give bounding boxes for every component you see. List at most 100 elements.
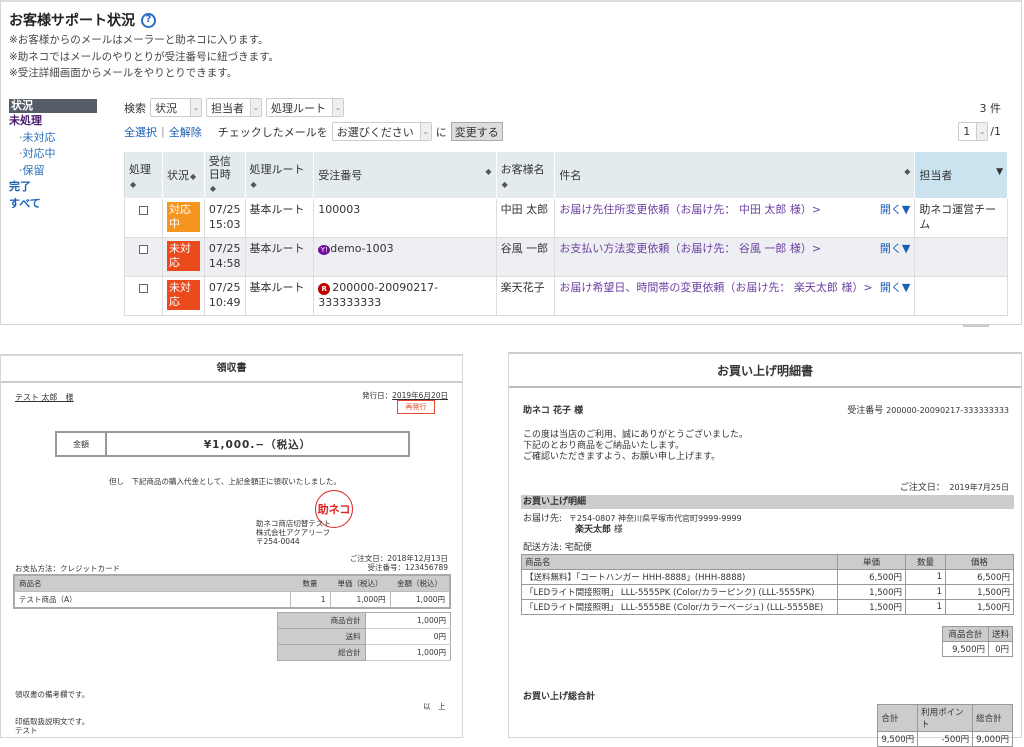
open-toggle[interactable]: 開く▼ [880,242,910,255]
caret-down-icon: ▼ [996,167,1003,177]
item-name: 【送料無料】「コートハンガー HHH-8888」(HHH-8888) [521,569,838,585]
deselect-all-link[interactable]: 全解除 [169,124,202,140]
open-toggle[interactable]: 開く▼ [880,281,910,294]
received-date: 07/25 [208,203,241,216]
sidebar-item-not-started[interactable]: 未対応 [23,131,56,144]
status-badge: 未対応 [166,241,200,271]
amount-label: 金額 [57,433,107,455]
order-no-value: 200000-20090217-333333333 [886,406,1009,415]
table-header-row: 商品名 単価 数量 価格 [521,554,1014,570]
checked-mail-label: チェックしたメールを [217,125,328,139]
sidebar-item-in-progress[interactable]: 対応中 [23,147,56,160]
receipt-title: 領収書 [1,356,462,383]
row-checkbox[interactable] [139,206,148,215]
ship-to-label: お届け先: [523,514,563,524]
total-label: 送料 [277,628,366,645]
col-label: 処理 [129,162,151,176]
col-header-customer[interactable]: お客様名 ◆ [495,151,556,199]
select-all-link[interactable]: 全選択 [124,124,157,140]
points-value: -500円 [917,731,974,747]
order-date-label: ご注文日： [899,483,941,493]
order-no-cell: Y! demo-1003 [313,237,497,277]
statement-items-table: 商品名 単価 数量 価格 【送料無料】「コートハンガー HHH-8888」(HH… [521,554,1014,615]
ship-to-address: 〒254-0807 神奈川県平塚市代官町9999-9999 [568,514,742,523]
received-time: 15:03 [208,218,241,231]
table-header-row: 商品合計 送料 [941,626,1014,642]
bulk-status-value: お選びください [336,125,414,139]
payment-method: お支払方法：クレジットカード [15,563,120,574]
col-header: 数量 [905,554,946,570]
table-row: 9,500円 0円 [941,641,1014,657]
route-cell: 基本ルート [244,237,315,277]
grand-total-value: 9,000円 [972,731,1013,747]
status-filter-select[interactable]: 状況 ⌄ [150,98,202,117]
order-date-label: ご注文日： [349,554,388,563]
table-row: 対応中 07/25 15:03 基本ルート 100003 中田 太郎 お届け先住所変更依頼（… [124,198,1008,238]
to-label: に [435,125,447,139]
sidebar-item-on-hold[interactable]: 保留 [23,164,45,177]
col-header-process[interactable]: 処理 ◆ [124,151,163,199]
sidebar-item-completed[interactable]: 完了 [9,179,97,196]
status-badge: 対応中 [166,202,200,232]
col-label: 状況 [166,169,189,182]
col-header: 単価（税込） [330,575,390,592]
help-icon[interactable]: ? [141,12,156,28]
grand-total-table: 合計 利用ポイント 総合計 9,500円 -500円 9,000円 [877,704,1013,747]
stamp-note-line: 印紙取扱説明文です。 [15,717,90,726]
sidebar-item-all[interactable]: すべて [9,196,97,213]
search-filters: 検索 状況 ⌄ 担当者 ⌄ 処理ルート ⌄ [124,98,344,117]
chevron-down-icon: ⌄ [250,99,261,116]
amount-value: ¥1,000.−（税込） [203,438,312,451]
assignee-filter-select[interactable]: 担当者 ⌄ [206,98,262,117]
sidebar-item-unprocessed[interactable]: 未処理 [9,113,97,130]
subject-link[interactable]: お支払い方法変更依頼（お届け先： 谷風 一郎 様）> [559,242,821,255]
note-line: ※受注詳細画面からメールをやりとりできます。 [9,67,238,79]
sort-icon: ◆ [209,184,216,193]
sort-icon: ◆ [904,167,911,176]
col-header-received[interactable]: 受信日時 ◆ [203,151,246,199]
item-price: 1,500円 [945,584,1014,600]
receipt-end: 以 上 [423,702,446,711]
page-select[interactable]: 1 ⌄ [958,122,989,141]
col-header-assignee[interactable]: 担当者 ▼ [914,151,1008,199]
issuer-block: 助ネコ商店切替テスト 株式会社アクアリーフ 〒254-0044 [256,519,331,546]
order-no: demo-1003 [330,242,394,255]
sort-icon: ◆ [189,172,197,181]
receipt-totals-table: 商品合計 1,000円 送料 0円 総合計 1,000円 [277,612,451,661]
row-checkbox[interactable] [139,245,148,254]
support-status-panel: お客様サポート状況 ? ※お客様からのメールはメーラーと助ネコに入ります。 ※助… [0,0,1022,327]
subject-link[interactable]: お届け希望日、時間帯の変更依頼（お届け先： 楽天太郎 様）> [559,281,872,294]
item-price: 1,500円 [945,599,1014,615]
col-header-order-no[interactable]: 受注番号 ◆ [313,151,497,199]
chevron-down-icon: ⌄ [190,99,201,116]
delivery-method: 配送方法: 宅配便 [523,540,592,553]
row-checkbox-cell [124,237,163,277]
order-no: 200000-20090217-333333333 [318,281,439,309]
subject-link[interactable]: お届け先住所変更依頼（お届け先： 中田 太郎 様）> [559,203,821,216]
open-toggle[interactable]: 開く▼ [880,203,910,216]
bulk-status-select[interactable]: お選びください ⌄ [331,122,432,141]
col-header: 合計 [877,704,919,732]
sort-icon: ◆ [250,179,257,189]
table-row: 「LEDライト間接照明」 LLL-5555BE (Color/カラーベージュ) … [521,599,1014,615]
order-number: 受注番号：123456789 [350,563,448,572]
col-header-route[interactable]: 処理ルート ◆ [244,151,315,199]
row-checkbox[interactable] [139,284,148,293]
receipt-remarks: 領収書の備考欄です。 [15,690,90,699]
item-qty: 1 [289,591,330,608]
grand-total-title: お買い上げ総合計 [523,692,596,702]
order-date: ご注文日：2018年12月13日 [350,554,448,563]
col-label: 担当者 [919,169,953,182]
horizontal-scrollbar[interactable] [963,324,989,327]
route-filter-select[interactable]: 処理ルート ⌄ [266,98,344,117]
yahoo-shopping-icon: Y! [318,245,331,255]
col-header-subject[interactable]: 件名 ◆ [554,151,916,199]
notes: ※お客様からのメールはメーラーと助ネコに入ります。 ※助ネコではメールのやりとり… [9,32,279,82]
change-button[interactable]: 変更する [450,122,503,141]
received-date: 07/25 [208,281,241,294]
col-header-status[interactable]: 状況◆ [161,151,205,199]
status-cell: 未対応 [161,237,205,277]
table-row: 未対応 07/25 14:58 基本ルート Y! demo-1003 谷風 一郎 お支払い方法… [124,237,1008,277]
status-filter-value: 状況 [155,101,177,115]
page-total: /1 [990,125,1001,138]
